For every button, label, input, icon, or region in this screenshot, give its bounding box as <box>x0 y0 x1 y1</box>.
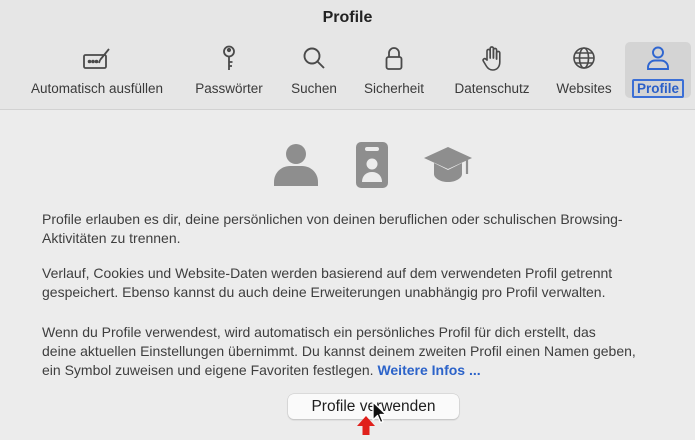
tab-security[interactable]: Sicherheit <box>353 42 435 98</box>
tab-label: Suchen <box>291 81 337 96</box>
paragraph-line: deine aktuellen Einstellungen übernimmt.… <box>42 343 636 359</box>
tab-autofill[interactable]: Automatisch ausfüllen <box>18 42 176 98</box>
paragraph-line: Wenn du Profile verwendest, wird automat… <box>42 324 596 340</box>
person-icon <box>270 140 322 193</box>
profile-illustration <box>270 140 480 190</box>
mouse-cursor-icon <box>372 401 388 430</box>
paragraph-line: Profile erlauben es dir, deine persönlic… <box>42 211 623 227</box>
tab-search[interactable]: Suchen <box>283 42 345 98</box>
paragraph-line: gespeichert. Ebenso kannst du auch deine… <box>42 284 606 300</box>
autofill-icon <box>82 42 112 77</box>
tab-label: Websites <box>556 81 612 96</box>
paragraph-intro: Profile erlauben es dir, deine persönlic… <box>42 210 692 248</box>
tab-label: Passwörter <box>195 81 263 96</box>
tab-label: Automatisch ausfüllen <box>30 81 164 96</box>
globe-icon <box>569 42 599 77</box>
more-info-link[interactable]: Weitere Infos ... <box>377 362 480 378</box>
person-icon <box>643 42 673 77</box>
badge-icon <box>352 140 392 195</box>
tab-privacy[interactable]: Datenschutz <box>443 42 541 98</box>
paragraph-usage: Wenn du Profile verwendest, wird automat… <box>42 323 692 380</box>
key-icon <box>214 42 244 77</box>
tab-label: Profile <box>631 79 684 98</box>
window-title: Profile <box>322 9 373 26</box>
search-icon <box>299 42 329 77</box>
preferences-toolbar: Profile Automatisch ausfüllen Passwörter <box>0 0 695 110</box>
tab-websites[interactable]: Websites <box>548 42 620 98</box>
paragraph-line: ein Symbol zuweisen und eigene Favoriten… <box>42 362 374 378</box>
tab-label: Sicherheit <box>363 81 425 96</box>
paragraph-line: Verlauf, Cookies und Website-Daten werde… <box>42 265 613 281</box>
paragraph-line: Aktivitäten zu trennen. <box>42 230 181 246</box>
hand-icon <box>477 42 507 77</box>
lock-icon <box>379 42 409 77</box>
tab-label: Datenschutz <box>454 81 530 96</box>
graduation-cap-icon <box>422 144 474 193</box>
paragraph-separation: Verlauf, Cookies und Website-Daten werde… <box>42 264 692 302</box>
tab-profiles[interactable]: Profile <box>625 42 691 98</box>
tab-passwords[interactable]: Passwörter <box>186 42 272 98</box>
